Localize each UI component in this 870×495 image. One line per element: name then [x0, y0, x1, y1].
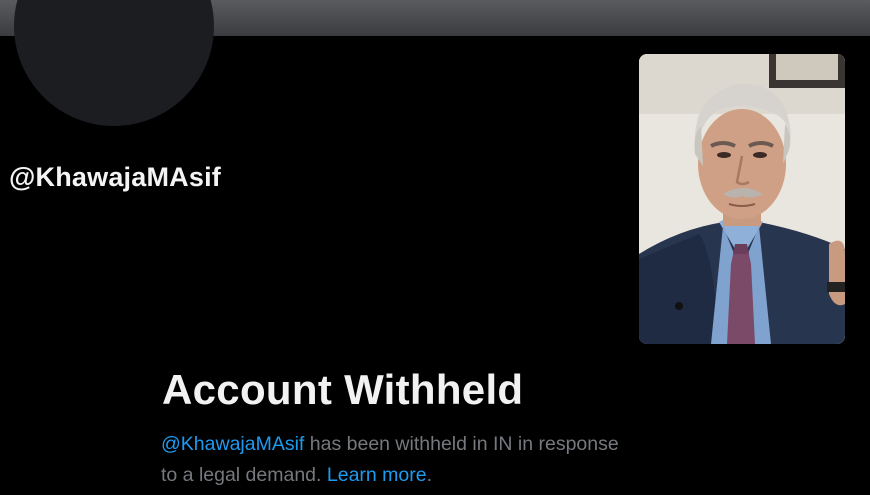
mention-link[interactable]: @KhawajaMAsif — [161, 433, 304, 455]
portrait-image — [639, 54, 845, 344]
profile-handle: @KhawajaMAsif — [9, 162, 221, 192]
learn-more-link[interactable]: Learn more — [327, 464, 427, 486]
withheld-notice-text: @KhawajaMAsif has been withheld in IN in… — [161, 429, 721, 491]
notice-line1: has been withheld in IN in response — [304, 433, 619, 455]
notice-line2: to a legal demand. — [161, 464, 327, 486]
avatar[interactable] — [14, 0, 214, 126]
account-withheld-title: Account Withheld — [162, 366, 524, 413]
inset-portrait-photo — [639, 54, 845, 344]
notice-trailing: . — [426, 464, 433, 486]
